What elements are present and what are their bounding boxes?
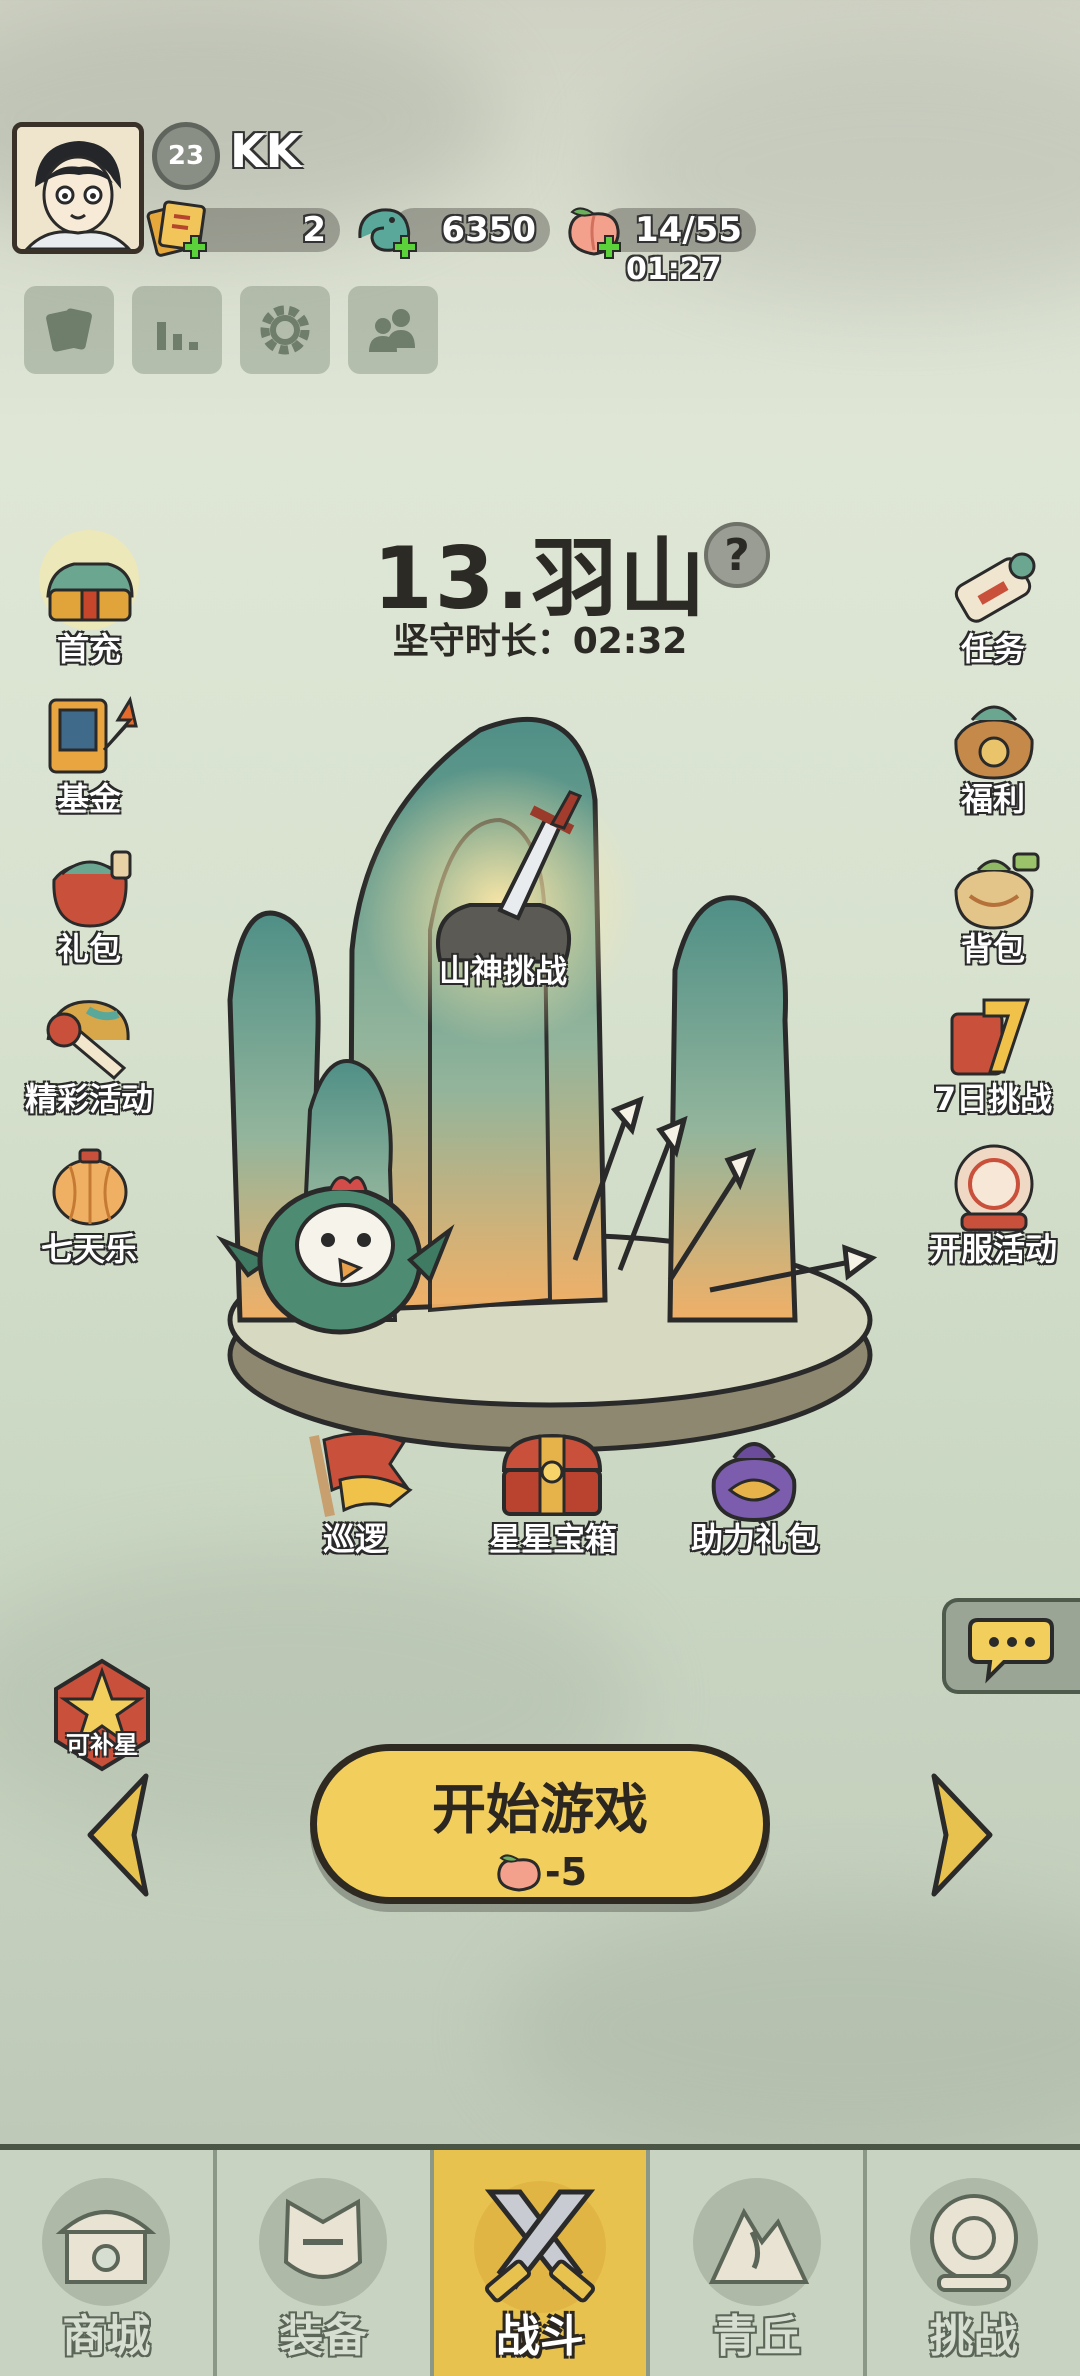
add-jade-icon[interactable] bbox=[390, 232, 420, 262]
previous-stage-button[interactable] bbox=[80, 1770, 160, 1900]
start-cost-value: -5 bbox=[544, 1850, 588, 1894]
bottom-navigation: 商城 装备 战斗 青丘 挑战 bbox=[0, 2144, 1080, 2376]
nav-shop[interactable]: 商城 bbox=[0, 2150, 217, 2376]
start-game-button[interactable]: 开始游戏 -5 bbox=[310, 1744, 770, 1904]
quest-button[interactable]: 任务 bbox=[918, 520, 1068, 670]
nav-label: 挑战 bbox=[929, 2311, 1018, 2362]
nav-qingqiu[interactable]: 青丘 bbox=[650, 2150, 868, 2376]
challenge-icon bbox=[909, 2178, 1038, 2306]
stamina-timer: 01:27 bbox=[626, 252, 722, 287]
stage-help-button[interactable]: ? bbox=[704, 522, 770, 588]
scene-label: 助力礼包 bbox=[690, 1520, 819, 1558]
equipment-icon bbox=[259, 2178, 388, 2306]
ranking-button[interactable] bbox=[132, 286, 222, 374]
question-icon: ? bbox=[724, 529, 750, 581]
star-makeup-badge[interactable]: 可补星 bbox=[42, 1655, 162, 1775]
nav-challenge[interactable]: 挑战 bbox=[867, 2150, 1080, 2376]
menu-label: 礼包 bbox=[56, 930, 121, 968]
chevron-right-icon bbox=[931, 1773, 993, 1897]
background-mist bbox=[500, 1900, 1080, 2160]
menu-label: 七天乐 bbox=[40, 1230, 137, 1268]
menu-label: 首充 bbox=[56, 630, 121, 668]
assist-pack-button[interactable]: 助力礼包 bbox=[680, 1410, 830, 1560]
gear-icon bbox=[260, 305, 310, 355]
settings-button[interactable] bbox=[240, 286, 330, 374]
star-chest-button[interactable]: 星星宝箱 bbox=[478, 1410, 628, 1560]
player-name: KK bbox=[230, 124, 302, 178]
star-makeup-label: 可补星 bbox=[66, 1731, 138, 1759]
stage-scene: 山神挑战 bbox=[200, 700, 900, 1520]
player-level-badge: 23 bbox=[152, 122, 220, 190]
fund-button[interactable]: 基金 bbox=[14, 670, 164, 820]
qingqiu-icon bbox=[692, 2178, 821, 2306]
events-button[interactable]: 精彩活动 bbox=[14, 970, 164, 1120]
shop-icon bbox=[42, 2178, 171, 2306]
menu-label: 基金 bbox=[56, 780, 121, 818]
scene-label: 巡逻 bbox=[322, 1520, 387, 1558]
welfare-button[interactable]: 福利 bbox=[918, 670, 1068, 820]
seven-days-button[interactable]: 七天乐 bbox=[14, 1120, 164, 1270]
start-game-label: 开始游戏 bbox=[432, 1778, 648, 1841]
next-stage-button[interactable] bbox=[920, 1770, 1000, 1900]
friends-button[interactable] bbox=[348, 286, 438, 374]
nav-equipment[interactable]: 装备 bbox=[216, 2150, 434, 2376]
friends-icon bbox=[369, 309, 415, 352]
backpack-button[interactable]: 背包 bbox=[918, 820, 1068, 970]
menu-label: 开服活动 bbox=[928, 1230, 1057, 1268]
add-tickets-icon[interactable] bbox=[180, 232, 210, 262]
ticket-count: 2 bbox=[302, 210, 326, 250]
nav-label: 装备 bbox=[279, 2311, 368, 2362]
menu-label: 任务 bbox=[960, 630, 1025, 668]
chat-bubble-icon bbox=[968, 1618, 1054, 1684]
start-cost: -5 bbox=[493, 1850, 587, 1894]
menu-label: 福利 bbox=[960, 780, 1025, 818]
patrol-button[interactable]: 巡逻 bbox=[280, 1410, 430, 1560]
player-level: 23 bbox=[167, 141, 205, 171]
mountain-island-illustration bbox=[216, 716, 878, 1453]
first-recharge-button[interactable]: 首充 bbox=[14, 520, 164, 670]
mountain-god-challenge-label[interactable]: 山神挑战 bbox=[438, 946, 568, 992]
nav-label: 战斗 bbox=[495, 2311, 584, 2362]
add-stamina-icon[interactable] bbox=[594, 232, 624, 262]
menu-label: 精彩活动 bbox=[24, 1080, 153, 1118]
scene-label: 星星宝箱 bbox=[488, 1520, 617, 1558]
server-open-button[interactable]: 开服活动 bbox=[918, 1120, 1068, 1270]
nav-label: 商城 bbox=[62, 2311, 151, 2362]
seven-day-challenge-button[interactable]: 7日挑战 bbox=[918, 970, 1068, 1120]
nav-label: 青丘 bbox=[712, 2311, 801, 2362]
peach-icon bbox=[497, 1854, 541, 1892]
chat-button[interactable] bbox=[942, 1598, 1080, 1694]
cards-icon bbox=[46, 308, 92, 352]
gift-pack-button[interactable]: 礼包 bbox=[14, 820, 164, 970]
card-button[interactable] bbox=[24, 286, 114, 374]
chevron-left-icon bbox=[87, 1773, 149, 1897]
bar-chart-icon bbox=[157, 322, 198, 350]
player-avatar[interactable] bbox=[12, 122, 144, 254]
menu-label: 7日挑战 bbox=[933, 1080, 1053, 1118]
stamina-count: 14/55 bbox=[634, 210, 742, 250]
nav-battle[interactable]: 战斗 bbox=[433, 2150, 651, 2376]
jade-count: 6350 bbox=[441, 210, 536, 250]
menu-label: 背包 bbox=[960, 930, 1025, 968]
